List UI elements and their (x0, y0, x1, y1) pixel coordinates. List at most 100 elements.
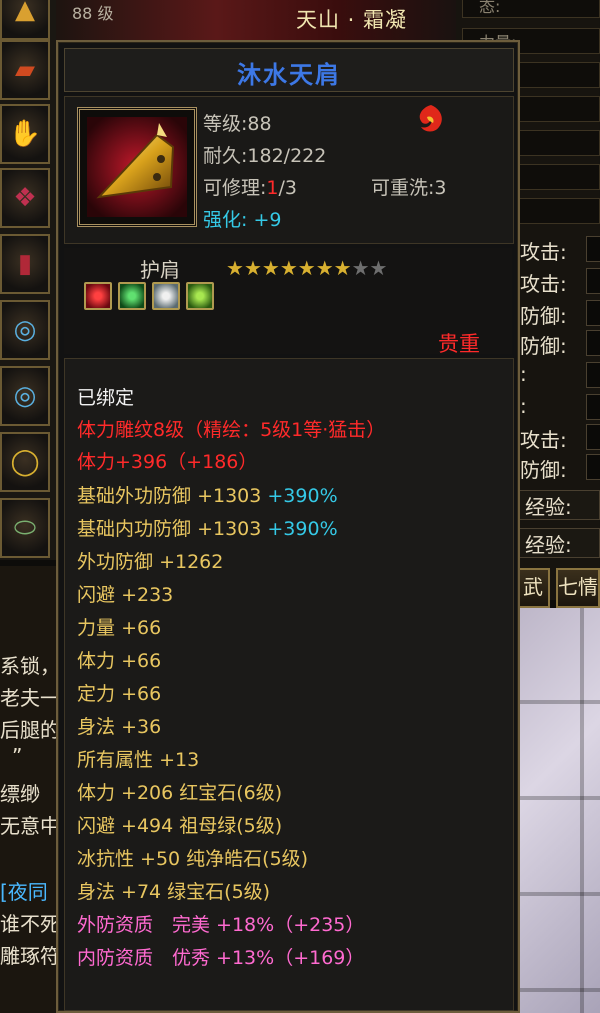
stat-value-box (586, 454, 600, 480)
ring-icon: ◎ (13, 315, 37, 345)
stat-label: : (520, 362, 527, 386)
star-empty-icon: ★ (351, 256, 370, 280)
stat-value-box (586, 236, 600, 262)
chat-line: 系锁， (0, 654, 60, 678)
carving-line: 体力雕纹8级（精绘：5级1等·猛击） (77, 419, 386, 441)
stat-line: 闪避 +233 (77, 584, 174, 606)
aptitude-line: 外防资质 完美 +18%（+235） (77, 914, 365, 936)
star-filled-icon: ★ (261, 256, 280, 280)
tooltip-header: 沐水天肩 (64, 48, 514, 92)
chat-line: 后腿的 (0, 718, 60, 742)
stat-label: 攻击: (520, 428, 567, 452)
shoulder-armor-icon (87, 117, 187, 217)
chat-line: 雕琢符 (0, 944, 60, 968)
stat-label: 防御: (520, 334, 567, 358)
stat-line: 体力 +66 (77, 650, 162, 672)
stat-line: 所有属性 +13 (77, 749, 200, 771)
necklace-icon: ◯ (10, 447, 40, 477)
stat-label: 攻击: (520, 240, 567, 264)
jade-amulet-icon: ⬭ (13, 512, 37, 543)
item-rewash: 可重洗:3 (371, 177, 447, 199)
star-filled-icon: ★ (279, 256, 298, 280)
stat-label: 防御: (520, 458, 567, 482)
item-attributes: 已绑定 体力雕纹8级（精绘：5级1等·猛击） 体力+396（+186） 基础外功… (64, 358, 514, 1011)
star-filled-icon: ★ (297, 256, 316, 280)
equip-slot-ring-2[interactable]: ◎ (0, 366, 50, 426)
boots-icon: ▮ (17, 249, 33, 279)
item-name: 沐水天肩 (237, 61, 341, 89)
stat-value-box (586, 394, 600, 420)
equipment-column: ▲ ▰ ✋ ❖ ▮ ◎ ◎ ◯ ⬭ (0, 0, 56, 560)
tab-emotions[interactable]: 七情 (556, 568, 600, 608)
tab-martial[interactable]: 武 (516, 568, 550, 608)
stamina-main-line: 体力+396（+186） (77, 451, 258, 473)
gem-socket-jade-icon (186, 282, 214, 310)
chat-log: 系锁， 老夫一 后腿的 ” 缥缈 无意中 [夜同 谁不死 雕琢符 (0, 566, 60, 1013)
stat-label: 防御: (520, 304, 567, 328)
gem-socket-ruby-icon (84, 282, 112, 310)
equip-slot-ring-1[interactable]: ◎ (0, 300, 50, 360)
stat-line: 外功防御 +1262 (77, 551, 224, 573)
star-rating: ★★★★★★★★★ (226, 256, 387, 280)
stat-value-box (586, 424, 600, 450)
item-durability: 耐久:182/222 (203, 145, 327, 167)
gem-socket-moonstone-icon (152, 282, 180, 310)
server-name: 天山 · 霜凝 (296, 8, 408, 32)
gem-line: 身法 +74 绿宝石(5级) (77, 881, 271, 903)
stat-line: 定力 +66 (77, 683, 162, 705)
stat-value-box (586, 362, 600, 388)
item-slot-section: 护肩 ★★★★★★★★★ 贵重 (64, 248, 512, 356)
gem-line: 闪避 +494 祖母绿(5级) (77, 815, 283, 837)
armor-icon: ❖ (13, 183, 37, 213)
gem-line: 冰抗性 +50 纯净皓石(5级) (77, 848, 309, 870)
star-empty-icon: ★ (369, 256, 388, 280)
equip-slot-gloves[interactable]: ✋ (0, 104, 50, 164)
rarity-label: 贵重 (438, 332, 480, 356)
equip-slot-boots[interactable]: ▮ (0, 234, 50, 294)
gem-line: 体力 +206 红宝石(6级) (77, 782, 283, 804)
chat-line: 缥缈 (0, 782, 40, 806)
star-filled-icon: ★ (243, 256, 262, 280)
equip-slot-armor[interactable]: ❖ (0, 168, 50, 228)
bound-status: 已绑定 (77, 387, 135, 409)
stat-line: 基础内功防御 +1303 +390% (77, 518, 338, 540)
item-repair: 可修理:1/3 (203, 177, 297, 199)
stat-value-box (586, 268, 600, 294)
attribute-row: 态: (462, 0, 600, 18)
exp-row: 经验: (516, 490, 600, 520)
stat-line: 力量 +66 (77, 617, 162, 639)
helm-icon: ▲ (15, 0, 35, 25)
exp-row: 经验: (516, 528, 600, 558)
equip-slot-amulet[interactable]: ⬭ (0, 498, 50, 558)
star-filled-icon: ★ (226, 256, 244, 280)
item-slot-type: 护肩 (140, 258, 180, 282)
phoenix-emblem-icon (419, 105, 442, 132)
star-filled-icon: ★ (315, 256, 334, 280)
gem-socket-emerald-icon (118, 282, 146, 310)
item-strengthen: 强化: +9 (203, 209, 282, 231)
equip-slot-bracer[interactable]: ▰ (0, 40, 50, 100)
ring-icon: ◎ (13, 381, 37, 411)
stat-value-box (586, 330, 600, 356)
chat-line: [夜同 (0, 880, 48, 904)
stat-label: 攻击: (520, 272, 567, 296)
item-summary: 等级:88 耐久:182/222 可修理:1/3 可重洗:3 强化: +9 (64, 96, 514, 244)
character-level: 88 级 (72, 4, 114, 23)
stat-value-box (586, 300, 600, 326)
equip-slot-necklace[interactable]: ◯ (0, 432, 50, 492)
gloves-icon: ✋ (8, 119, 42, 149)
item-tooltip: 沐水天肩 等级:88 耐久:182/222 可修理:1/3 可重洗:3 强化: … (56, 40, 520, 1013)
stat-line: 身法 +36 (77, 716, 162, 738)
chat-line: ” (12, 744, 23, 768)
bracer-icon: ▰ (15, 55, 35, 85)
stat-line: 基础外功防御 +1303 +390% (77, 485, 338, 507)
chat-line: 无意中 (0, 814, 60, 838)
item-level: 等级:88 (203, 113, 272, 135)
chat-line: 老夫一 (0, 686, 60, 710)
chat-line: 谁不死 (0, 912, 60, 936)
aptitude-line: 内防资质 优秀 +13%（+169） (77, 947, 365, 969)
stat-label: : (520, 394, 527, 418)
game-scene-floor (516, 608, 600, 1013)
star-filled-icon: ★ (333, 256, 352, 280)
equip-slot-helm[interactable]: ▲ (0, 0, 50, 40)
